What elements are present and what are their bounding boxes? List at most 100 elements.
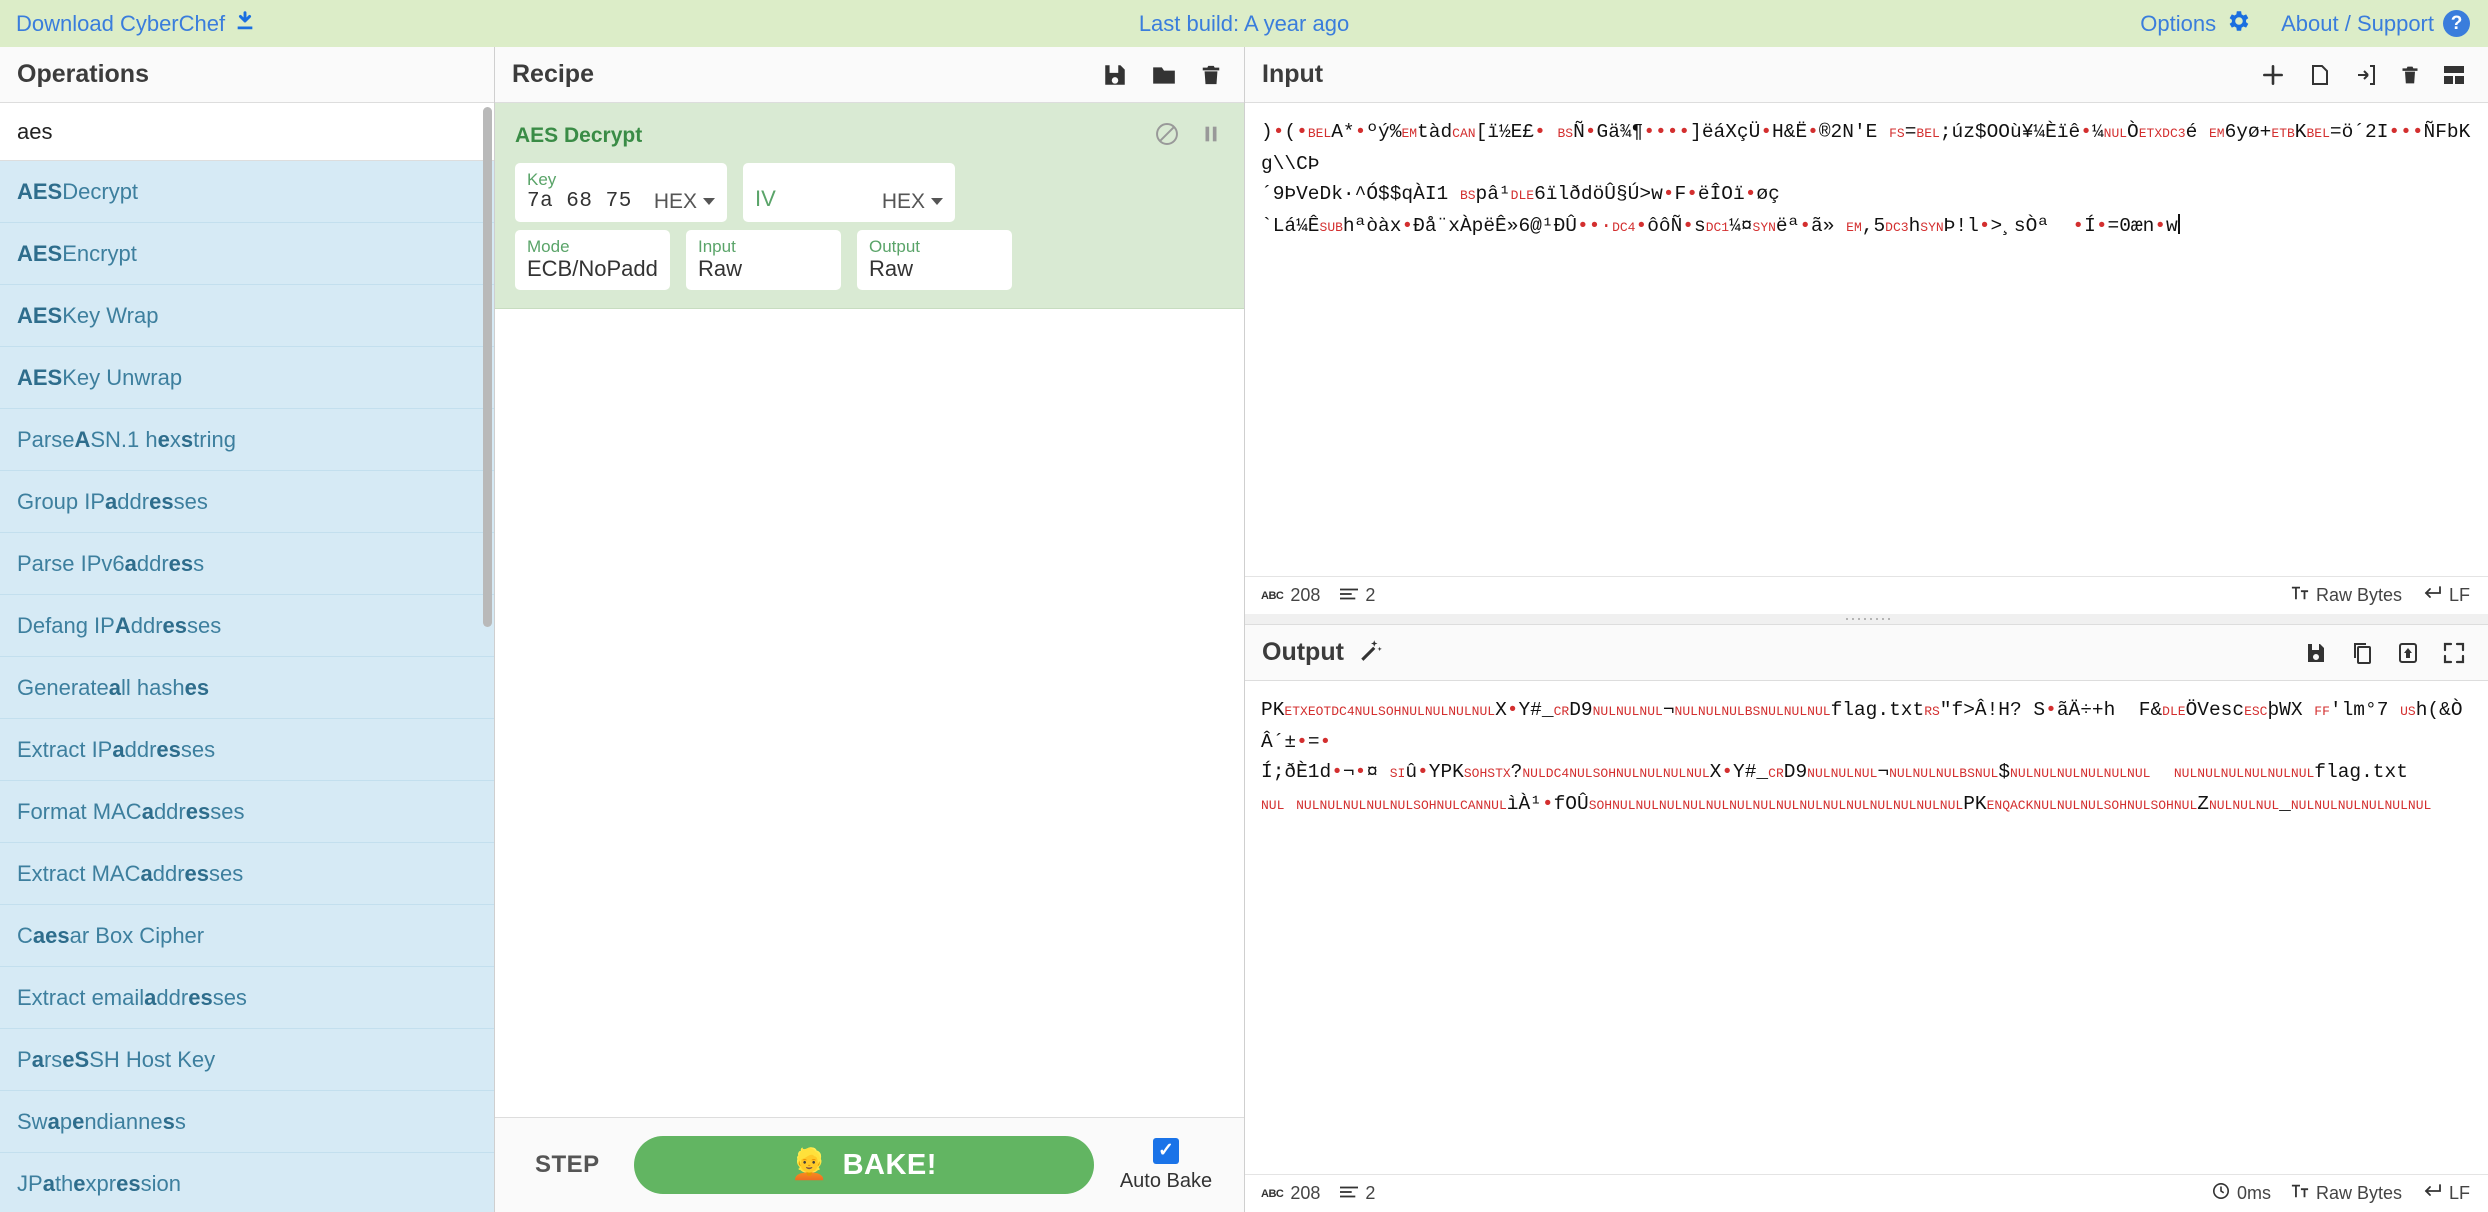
open-input-icon[interactable] [2354, 62, 2378, 88]
magic-wand-icon[interactable] [1358, 637, 1384, 668]
operations-scrollbar[interactable] [483, 107, 492, 627]
options-link[interactable]: Options [2140, 8, 2251, 40]
control-char: NUL [1939, 798, 1964, 813]
operation-list-item[interactable]: AES Decrypt [0, 161, 494, 223]
copy-icon[interactable] [2350, 640, 2374, 666]
match-highlight: AES [17, 302, 63, 328]
ingredient-key[interactable]: Key 7a 68 75 61 20 20… HEX [515, 163, 727, 222]
match-highlight: s [162, 1108, 175, 1134]
auto-bake-checkbox[interactable]: ✓ [1153, 1137, 1179, 1164]
download-cyberchef-link[interactable]: Download CyberChef [16, 10, 256, 38]
ingredient-input-value[interactable]: Raw [698, 256, 829, 281]
input-textarea[interactable]: )•(•BELA*•ºý%EMtàdCAN[ï½E£• BSÑ•Gä¾¶••••… [1245, 103, 2488, 576]
operation-list-item[interactable]: AES Key Wrap [0, 285, 494, 347]
tabs-icon[interactable] [2442, 63, 2466, 87]
output-length-stat: ABC 208 [1261, 1183, 1320, 1204]
auto-bake-toggle[interactable]: ✓ Auto Bake [1112, 1137, 1220, 1193]
nonprintable-dot: • [1799, 215, 1812, 237]
io-chars [1546, 121, 1558, 143]
op-text: ses [173, 488, 208, 514]
input-eol-value: LF [2448, 585, 2470, 605]
ingredient-iv[interactable]: IV HEX [743, 163, 955, 222]
control-char: NUL [1635, 798, 1659, 813]
output-eol-selector[interactable]: LF [2422, 1183, 2470, 1204]
control-char: NUL [1616, 704, 1640, 719]
operation-list-item[interactable]: Group IP a ddr es ses [0, 471, 494, 533]
operation-list-item[interactable]: AES Encrypt [0, 223, 494, 285]
operation-list-item[interactable]: Extract MAC a ddr es ses [0, 843, 494, 905]
ingredient-output-value[interactable]: Raw [869, 256, 1000, 281]
io-splitter[interactable] [1245, 614, 2488, 624]
ingredient-key-type-dropdown[interactable]: HEX [640, 190, 715, 214]
input-eol-selector[interactable]: LF [2422, 585, 2470, 606]
save-icon[interactable] [1102, 62, 1128, 88]
match-highlight: e [73, 1170, 86, 1196]
io-line: )•(•BELA*•ºý%EMtàdCAN[ï½E£• BSÑ•Gä¾¶••••… [1261, 117, 2472, 179]
control-char: NUL [2173, 766, 2198, 781]
save-icon[interactable] [2304, 640, 2328, 666]
last-build-label[interactable]: Last build: A year ago [1139, 11, 1349, 37]
output-charenc-selector[interactable]: Raw Bytes [2291, 1183, 2402, 1204]
folder-open-icon[interactable] [1150, 62, 1178, 88]
operation-list-item[interactable]: Extract email a ddr es ses [0, 967, 494, 1029]
ingredient-iv-type-dropdown[interactable]: HEX [868, 190, 943, 214]
operation-list-item[interactable]: Extract IP a ddr es ses [0, 719, 494, 781]
disable-icon[interactable] [1154, 121, 1180, 152]
output-length-value: 208 [1290, 1183, 1321, 1203]
recipe-body[interactable]: AES Decrypt Key 7a 68 75 HEX IV HEX Mode… [495, 103, 1244, 1117]
ingredient-mode[interactable]: Mode ECB/NoPadding [515, 229, 670, 290]
replace-input-icon[interactable] [2396, 640, 2420, 666]
operation-list-item[interactable]: JP a th e xpr es sion [0, 1153, 494, 1212]
operation-list-item[interactable]: Pa rs e S SH Host Key [0, 1029, 494, 1091]
op-text: Format MAC [17, 798, 142, 824]
pause-icon[interactable] [1200, 121, 1222, 152]
control-char: NUL [1775, 798, 1800, 813]
nonprintable-dot: • [1319, 731, 1332, 753]
open-folder-icon[interactable] [2308, 62, 2332, 88]
match-highlight: AES [17, 240, 63, 266]
operation-list-item[interactable]: Parse IPv6 a ddr es s [0, 533, 494, 595]
ingredient-output[interactable]: Output Raw [857, 229, 1012, 290]
control-char: NUL [1912, 766, 1936, 781]
add-tab-icon[interactable] [2260, 62, 2286, 88]
output-pane: Output PKETXEOTDC4NULSOHNULNULNULNULX•Y#… [1245, 625, 2488, 1212]
control-char: CAN [1452, 126, 1476, 141]
maximise-icon[interactable] [2442, 641, 2466, 665]
search-input[interactable] [0, 103, 494, 160]
step-button[interactable]: STEP [519, 1151, 616, 1179]
ingredient-input[interactable]: Input Raw [686, 229, 841, 290]
operation-list-item[interactable]: Parse A SN.1 hex s tring [0, 409, 494, 471]
operation-list-item[interactable]: Format MAC a ddr es ses [0, 781, 494, 843]
output-textarea[interactable]: PKETXEOTDC4NULSOHNULNULNULNULX•Y#_CRD9NU… [1245, 681, 2488, 1174]
control-char: BEL [1916, 126, 1940, 141]
control-char: FS [1889, 126, 1905, 141]
clear-icon[interactable] [2400, 62, 2420, 88]
trash-icon[interactable] [1200, 62, 1222, 88]
operation-list-item[interactable]: Generate a ll hash es [0, 657, 494, 719]
control-char: DLE [2162, 704, 2186, 719]
ingredient-mode-value[interactable]: ECB/NoPadding [527, 256, 658, 281]
ingredient-key-value[interactable]: 7a 68 75 61 20 20… [527, 190, 640, 214]
op-text: P [17, 1046, 32, 1072]
operation-list-item[interactable]: Defang IP Addr es ses [0, 595, 494, 657]
operation-list-item[interactable]: Sw a p e ndianne s s [0, 1091, 494, 1153]
input-charenc-selector[interactable]: Raw Bytes [2291, 585, 2402, 606]
io-chars: ¼ [2091, 121, 2104, 143]
control-char: NUL [1783, 704, 1808, 719]
match-highlight: s [180, 426, 194, 452]
control-char: NUL [1974, 766, 1999, 781]
operation-list-item[interactable]: Caes ar Box Cipher [0, 905, 494, 967]
control-char: NUL [1830, 766, 1854, 781]
control-char: RS [1924, 704, 1940, 719]
operation-list-item[interactable]: AES Key Unwrap [0, 347, 494, 409]
op-text: ndianne [84, 1108, 163, 1134]
nonprintable-dot: • [1744, 183, 1757, 205]
nonprintable-dot: • [1584, 121, 1597, 143]
nonprintable-dot: • [1686, 183, 1698, 205]
bake-button[interactable]: 👱 BAKE! [633, 1136, 1094, 1194]
control-char: BS [1959, 766, 1975, 781]
op-text: ddr [153, 798, 186, 824]
recipe-operation-aes-decrypt[interactable]: AES Decrypt Key 7a 68 75 HEX IV HEX Mode… [495, 103, 1244, 309]
control-char: NUL [1639, 704, 1663, 719]
about-support-link[interactable]: About / Support ? [2281, 10, 2470, 37]
